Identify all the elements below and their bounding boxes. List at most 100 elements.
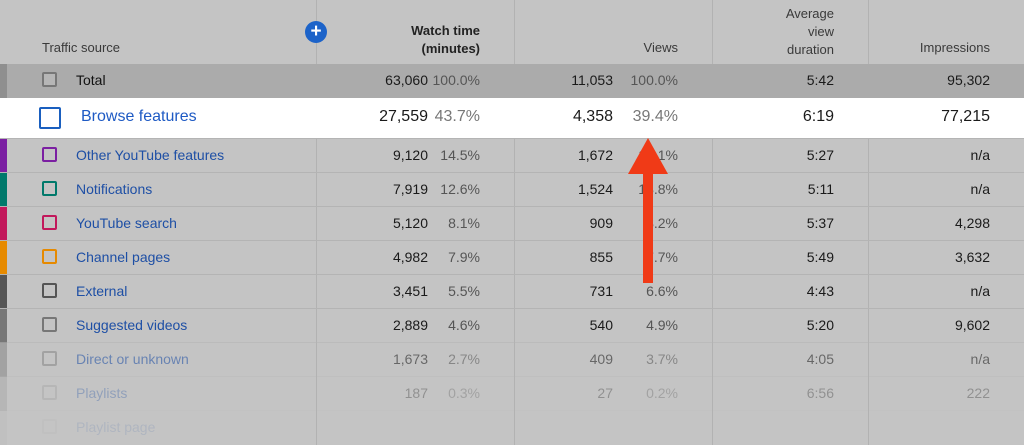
row-duration: 6:19 <box>802 108 834 125</box>
row-impressions: n/a <box>970 283 990 299</box>
table-row[interactable]: External 3,451 5.5% 731 6.6% 4:43 n/a <box>0 274 1024 309</box>
header-avg-view-duration[interactable]: Average view duration <box>786 5 834 59</box>
table-row[interactable]: Playlists 187 0.3% 27 0.2% 6:56 222 <box>0 376 1024 411</box>
table-row[interactable]: Other YouTube features 9,120 14.5% 1,672 15.… <box>0 138 1024 173</box>
row-impressions: n/a <box>970 181 990 197</box>
row-checkbox[interactable] <box>39 107 61 129</box>
row-label[interactable]: Browse features <box>81 108 197 126</box>
row-color-stripe <box>0 411 7 445</box>
table-row[interactable]: Playlist page <box>0 410 1024 445</box>
row-views-pct: 39.4% <box>632 108 678 125</box>
row-color-stripe <box>0 343 7 377</box>
row-duration: 5:20 <box>806 317 834 333</box>
row-checkbox[interactable] <box>42 419 57 434</box>
header-avg-line2: view <box>807 24 834 39</box>
row-impressions: 77,215 <box>941 108 990 125</box>
row-label[interactable]: YouTube search <box>76 215 177 231</box>
header-impressions[interactable]: Impressions <box>920 39 990 57</box>
row-watch-time-pct: 5.5% <box>448 283 480 299</box>
row-duration: 6:56 <box>806 385 834 401</box>
row-views-pct: 0.2% <box>646 385 678 401</box>
row-watch-time: 27,559 <box>379 108 428 125</box>
row-checkbox[interactable] <box>42 181 57 196</box>
row-impressions: 4,298 <box>954 215 990 231</box>
table-row[interactable]: Notifications 7,919 12.6% 1,524 13.8% 5:11 n/a <box>0 172 1024 207</box>
row-checkbox[interactable] <box>42 317 57 332</box>
row-watch-time-pct: 4.6% <box>448 317 480 333</box>
row-checkbox[interactable] <box>42 385 57 400</box>
table-row[interactable]: YouTube search 5,120 8.1% 909 8.2% 5:37 4,298 <box>0 206 1024 241</box>
total-watch-time: 63,060 <box>385 72 428 88</box>
red-arrow-annotation <box>628 138 668 283</box>
row-color-stripe <box>0 139 7 173</box>
row-views-pct: 4.9% <box>646 317 678 333</box>
header-views[interactable]: Views <box>644 39 678 57</box>
row-watch-time: 9,120 <box>392 147 428 163</box>
row-label[interactable]: Other YouTube features <box>76 147 224 163</box>
row-watch-time: 1,673 <box>392 351 428 367</box>
row-watch-time-pct: 8.1% <box>448 215 480 231</box>
row-duration: 5:11 <box>807 181 834 197</box>
row-watch-time-pct: 14.5% <box>440 147 480 163</box>
header-avg-line3: duration <box>787 42 834 57</box>
row-views: 1,524 <box>577 181 613 197</box>
row-color-stripe <box>0 173 7 207</box>
total-checkbox[interactable] <box>42 72 57 87</box>
row-watch-time: 7,919 <box>392 181 428 197</box>
total-impressions: 95,302 <box>947 72 990 88</box>
row-duration: 4:43 <box>806 283 834 299</box>
row-views: 731 <box>589 283 613 299</box>
row-label[interactable]: Notifications <box>76 181 152 197</box>
row-label[interactable]: Playlist page <box>76 419 155 435</box>
row-watch-time: 5,120 <box>392 215 428 231</box>
total-label: Total <box>76 72 106 88</box>
row-duration: 5:49 <box>806 249 834 265</box>
row-duration: 4:05 <box>806 351 834 367</box>
row-views: 909 <box>589 215 613 231</box>
table-header: Traffic source + Watch time (minutes) Vi… <box>0 0 1024 64</box>
total-duration: 5:42 <box>806 72 834 88</box>
row-views: 540 <box>589 317 613 333</box>
row-label[interactable]: Playlists <box>76 385 127 401</box>
row-color-stripe <box>0 241 7 275</box>
total-views-pct: 100.0% <box>630 72 678 88</box>
row-label[interactable]: External <box>76 283 127 299</box>
row-views: 855 <box>589 249 613 265</box>
row-watch-time-pct: 0.3% <box>448 385 480 401</box>
row-label[interactable]: Direct or unknown <box>76 351 189 367</box>
header-watch-time-line1: Watch time <box>411 23 480 38</box>
row-views: 4,358 <box>572 108 613 125</box>
row-watch-time-pct: 2.7% <box>448 351 480 367</box>
row-duration: 5:37 <box>806 215 834 231</box>
header-watch-time[interactable]: Watch time (minutes) <box>411 22 480 58</box>
row-impressions: n/a <box>970 351 990 367</box>
row-checkbox[interactable] <box>42 351 57 366</box>
total-views: 11,053 <box>571 72 613 88</box>
table-row[interactable]: Direct or unknown 1,673 2.7% 409 3.7% 4:05 n/a <box>0 342 1024 377</box>
table-row[interactable]: Suggested videos 2,889 4.6% 540 4.9% 5:20 9,60… <box>0 308 1024 343</box>
row-checkbox[interactable] <box>42 249 57 264</box>
row-watch-time: 3,451 <box>392 283 428 299</box>
row-color-stripe <box>0 377 7 411</box>
add-metric-button[interactable]: + <box>305 21 327 43</box>
row-checkbox[interactable] <box>42 215 57 230</box>
row-watch-time: 187 <box>404 385 428 401</box>
row-duration: 5:27 <box>806 147 834 163</box>
row-color-stripe <box>0 275 7 309</box>
arrow-shaft <box>643 168 653 283</box>
header-traffic-source[interactable]: Traffic source <box>42 39 120 57</box>
arrow-head <box>628 138 668 174</box>
row-label[interactable]: Suggested videos <box>76 317 187 333</box>
header-avg-line1: Average <box>785 6 834 21</box>
table-row[interactable]: Channel pages 4,982 7.9% 855 7.7% 5:49 3,632 <box>0 240 1024 275</box>
total-stripe <box>0 64 7 98</box>
row-watch-time: 4,982 <box>392 249 428 265</box>
row-watch-time-pct: 7.9% <box>448 249 480 265</box>
row-watch-time: 2,889 <box>392 317 428 333</box>
table-row-highlighted[interactable]: Browse features 27,559 43.7% 4,358 39.4% 6:19… <box>0 98 1024 138</box>
row-checkbox[interactable] <box>42 147 57 162</box>
row-color-stripe <box>0 309 7 343</box>
row-label[interactable]: Channel pages <box>76 249 170 265</box>
row-checkbox[interactable] <box>42 283 57 298</box>
total-row: Total 63,060 100.0% 11,053 100.0% 5:42 9… <box>0 64 1024 98</box>
